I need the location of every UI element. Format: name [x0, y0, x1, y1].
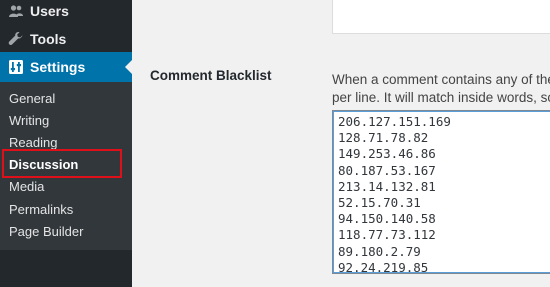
blacklist-entry: 52.15.70.31 [338, 195, 421, 211]
submenu-writing[interactable]: Writing [9, 113, 49, 128]
wrench-icon [8, 31, 24, 47]
blacklist-entry: 89.180.2.79 [338, 243, 421, 259]
description-line-2: per line. It will match inside words, so… [332, 90, 550, 105]
blacklist-entry: 80.187.53.167 [338, 162, 436, 178]
submenu-page-builder[interactable]: Page Builder [9, 224, 83, 239]
blacklist-entry: 149.253.46.86 [338, 146, 436, 162]
admin-sidebar: Users Tools Settings General Writing Rea… [0, 0, 132, 287]
menu-item-tools-label: Tools [30, 31, 67, 47]
blacklist-entry: 92.24.219.85 [338, 259, 429, 274]
comment-blacklist-description: When a comment contains any of these per… [332, 71, 550, 107]
main-content: Comment Blacklist When a comment contain… [132, 0, 550, 287]
submenu-media[interactable]: Media [9, 179, 44, 194]
menu-item-users-label: Users [30, 3, 69, 19]
menu-item-settings-label: Settings [30, 59, 86, 75]
discussion-highlight-box [2, 149, 122, 178]
description-line-1: When a comment contains any of these [332, 72, 550, 87]
comment-blacklist-label: Comment Blacklist [150, 68, 272, 83]
blacklist-entry: 206.127.151.169 [338, 114, 451, 129]
blacklist-entry: 118.77.73.112 [338, 227, 436, 243]
submenu-permalinks[interactable]: Permalinks [9, 202, 73, 217]
blacklist-entry: 128.71.78.82 [338, 130, 429, 146]
blacklist-entry: 213.14.132.81 [338, 178, 436, 194]
submenu-reading[interactable]: Reading [9, 135, 57, 150]
menu-item-tools[interactable]: Tools [0, 25, 132, 53]
submenu-general[interactable]: General [9, 91, 55, 106]
blacklist-entry: 94.150.140.58 [338, 211, 436, 227]
menu-item-users[interactable]: Users [0, 0, 132, 25]
settings-icon [8, 59, 24, 75]
previous-textarea[interactable] [332, 0, 550, 34]
comment-blacklist-textarea[interactable]: 206.127.151.169 128.71.78.82 149.253.46.… [332, 110, 550, 274]
menu-item-settings[interactable]: Settings [0, 52, 132, 82]
users-icon [8, 3, 24, 19]
